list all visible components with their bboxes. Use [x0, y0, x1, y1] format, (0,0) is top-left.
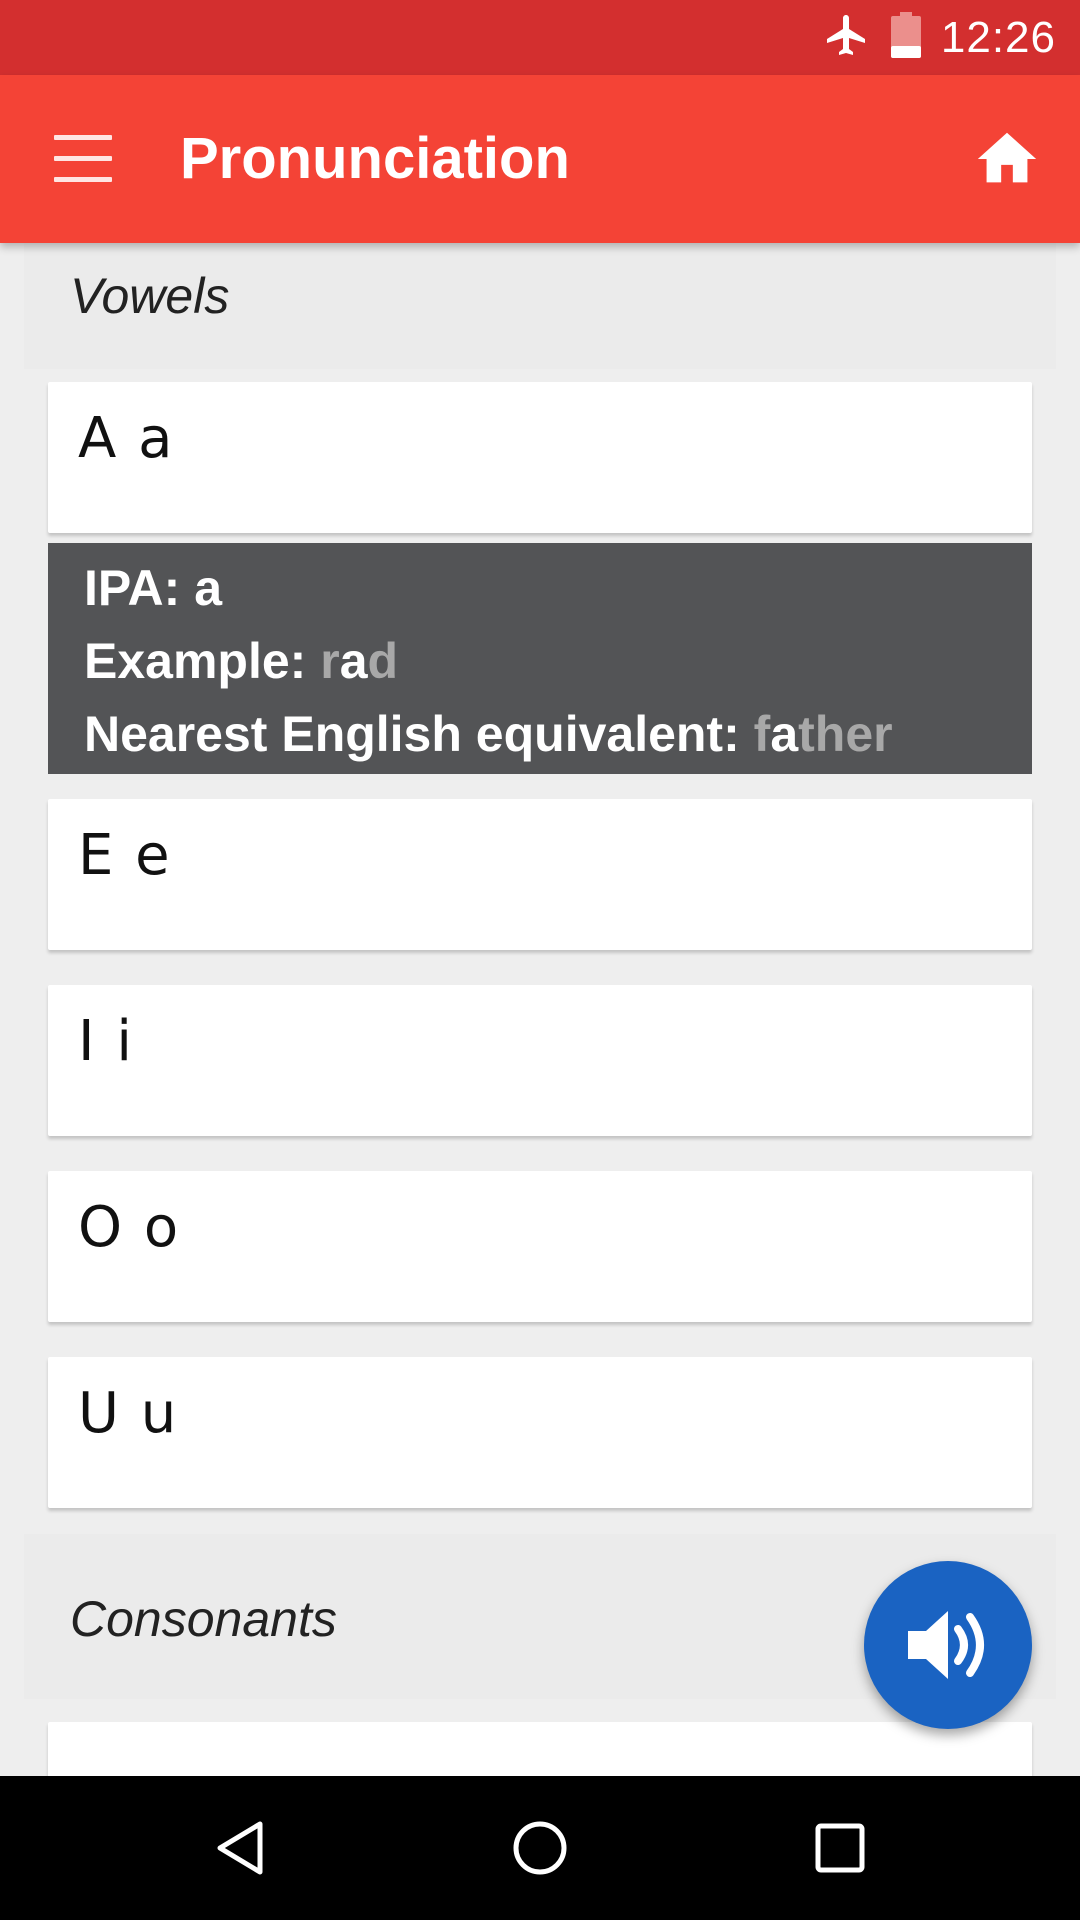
ipa-label: IPA:	[84, 560, 181, 616]
speaker-volume-icon	[908, 1611, 984, 1679]
equivalent-highlight: a	[770, 706, 799, 762]
vowel-letter: O o	[78, 1195, 181, 1260]
ipa-line: IPA: a	[84, 559, 222, 617]
ipa-value: a	[194, 560, 223, 616]
example-after: d	[367, 633, 399, 689]
content-scroll[interactable]: Vowels A a IPA: a Example: rad Nearest E…	[0, 243, 1080, 1776]
status-bar: 12:26	[0, 0, 1080, 75]
page-title: Pronunciation	[180, 126, 570, 191]
pronunciation-detail: IPA: a Example: rad Nearest English equi…	[48, 543, 1032, 774]
hamburger-menu-icon[interactable]	[54, 131, 112, 187]
consonants-title: Consonants	[70, 1591, 337, 1647]
battery-icon	[890, 12, 921, 63]
recents-icon[interactable]	[780, 1776, 900, 1920]
navigation-bar	[0, 1776, 1080, 1920]
example-highlight: a	[339, 633, 368, 689]
vowel-card-i[interactable]: I i	[48, 985, 1032, 1136]
example-line: Example: rad	[84, 632, 398, 690]
example-word: rad	[320, 633, 398, 689]
play-audio-button[interactable]	[864, 1561, 1032, 1729]
equivalent-label: Nearest English equivalent:	[84, 706, 740, 762]
equivalent-before: f	[753, 706, 771, 762]
vowel-card-e[interactable]: E e	[48, 799, 1032, 950]
example-label: Example:	[84, 633, 307, 689]
status-time: 12:26	[940, 12, 1056, 62]
vowel-letter: A a	[78, 406, 175, 471]
equivalent-after: ther	[798, 706, 893, 762]
vowel-letter: U u	[78, 1381, 179, 1446]
airplane-mode-icon	[823, 11, 871, 64]
vowels-section-header: Vowels	[24, 243, 1056, 369]
home-circle-icon[interactable]	[480, 1776, 600, 1920]
vowel-letter: E e	[78, 823, 172, 888]
vowel-letter: I i	[78, 1009, 134, 1074]
vowel-card-u[interactable]: U u	[48, 1357, 1032, 1508]
equivalent-word: father	[754, 706, 893, 762]
home-icon[interactable]	[972, 124, 1042, 194]
vowels-title: Vowels	[70, 268, 230, 324]
consonant-card[interactable]	[48, 1722, 1032, 1776]
equivalent-line: Nearest English equivalent: father	[84, 705, 893, 763]
vowel-card-a[interactable]: A a	[48, 382, 1032, 533]
back-icon[interactable]	[180, 1776, 300, 1920]
vowel-card-o[interactable]: O o	[48, 1171, 1032, 1322]
app-bar: Pronunciation	[0, 75, 1080, 243]
example-before: r	[320, 633, 340, 689]
